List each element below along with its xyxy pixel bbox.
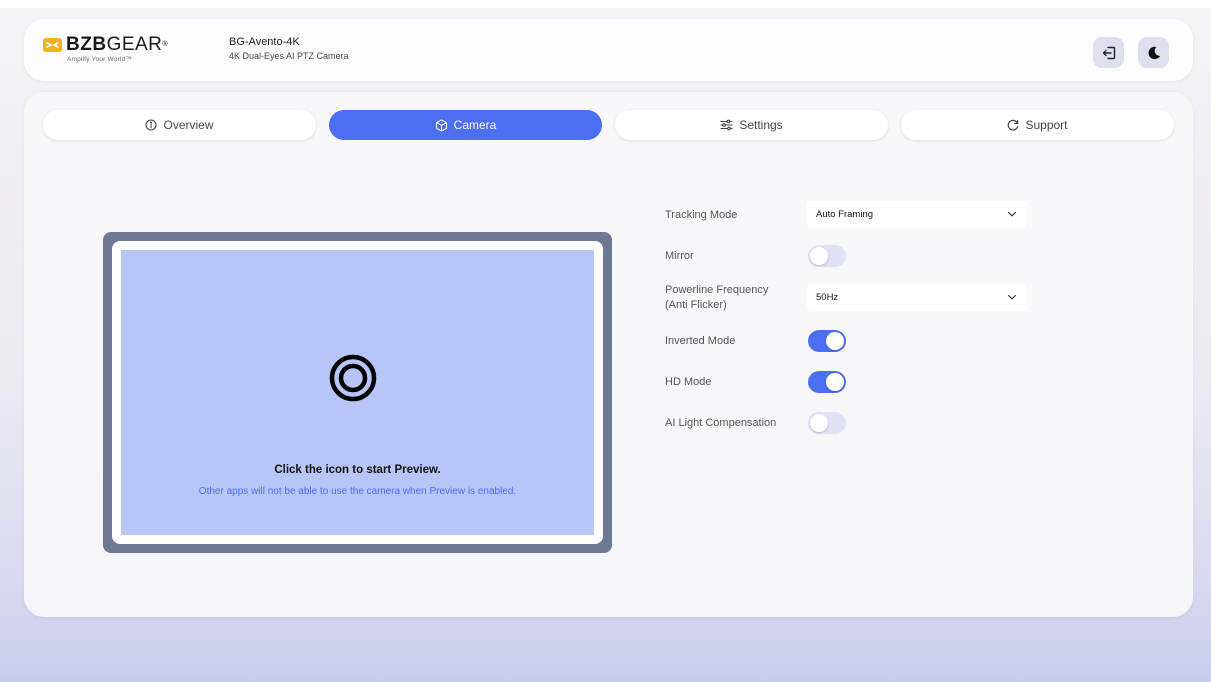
cube-icon (435, 118, 447, 132)
chevron-down-icon (1007, 211, 1017, 217)
tab-overview-label: Overview (163, 118, 214, 132)
device-model: 4K Dual-Eyes AI PTZ Camera (229, 51, 349, 61)
ai-light-toggle[interactable] (808, 412, 846, 434)
tab-support[interactable]: Support (901, 110, 1174, 140)
moon-icon (1148, 46, 1160, 59)
tab-overview[interactable]: Overview (43, 110, 316, 140)
inverted-mode-label: Inverted Mode (665, 335, 736, 347)
mirror-label: Mirror (665, 250, 694, 262)
device-name: BG-Avento-4K (229, 36, 300, 48)
theme-toggle-button[interactable] (1138, 37, 1169, 68)
app-header: BZBGEAR® Amplify Your World™ BG-Avento-4… (24, 19, 1193, 81)
refresh-icon (1008, 119, 1019, 131)
brand-name: BZBGEAR® (66, 34, 169, 55)
start-preview-icon[interactable] (328, 353, 378, 403)
tab-bar: Overview Camera Settings Support (43, 110, 1174, 140)
tracking-mode-label: Tracking Mode (665, 209, 738, 221)
brand-tagline: Amplify Your World™ (67, 56, 133, 63)
tab-settings-label: Settings (739, 118, 783, 132)
chevron-down-icon (1007, 294, 1017, 300)
brand-logo: BZBGEAR® Amplify Your World™ (43, 35, 183, 69)
powerline-select[interactable]: 50Hz (807, 284, 1027, 311)
preview-screen: Click the icon to start Preview. Other a… (121, 250, 594, 535)
mirror-toggle[interactable] (808, 245, 846, 267)
inverted-mode-toggle[interactable] (808, 330, 846, 352)
brand-mark-icon (43, 38, 62, 52)
tracking-mode-select[interactable]: Auto Framing (807, 201, 1027, 228)
hd-mode-label: HD Mode (665, 376, 712, 388)
powerline-label: Powerline Frequency (Anti Flicker) (665, 284, 769, 311)
toggle-knob (826, 373, 844, 391)
logout-icon (1102, 46, 1115, 59)
powerline-value: 50Hz (816, 292, 839, 303)
top-strip (0, 0, 1211, 8)
main-panel: Overview Camera Settings Support Click t… (24, 92, 1193, 617)
tab-camera-label: Camera (453, 118, 497, 132)
preview-title: Click the icon to start Preview. (274, 464, 441, 476)
logout-button[interactable] (1093, 37, 1124, 68)
device-info: BG-Avento-4K 4K Dual-Eyes AI PTZ Camera (229, 36, 349, 61)
hd-mode-toggle[interactable] (808, 371, 846, 393)
preview-frame: Click the icon to start Preview. Other a… (103, 232, 612, 553)
tab-settings[interactable]: Settings (615, 110, 888, 140)
preview-note: Other apps will not be able to use the c… (198, 486, 517, 497)
info-icon (145, 119, 158, 131)
toggle-knob (826, 332, 844, 350)
toggle-knob (810, 414, 828, 432)
tab-support-label: Support (1025, 118, 1068, 132)
ai-light-label: AI Light Compensation (665, 417, 777, 429)
tab-camera[interactable]: Camera (329, 110, 602, 140)
toggle-knob (810, 247, 828, 265)
sliders-icon (720, 119, 733, 131)
tracking-mode-value: Auto Framing (816, 209, 874, 220)
preview-inner: Click the icon to start Preview. Other a… (112, 241, 603, 544)
